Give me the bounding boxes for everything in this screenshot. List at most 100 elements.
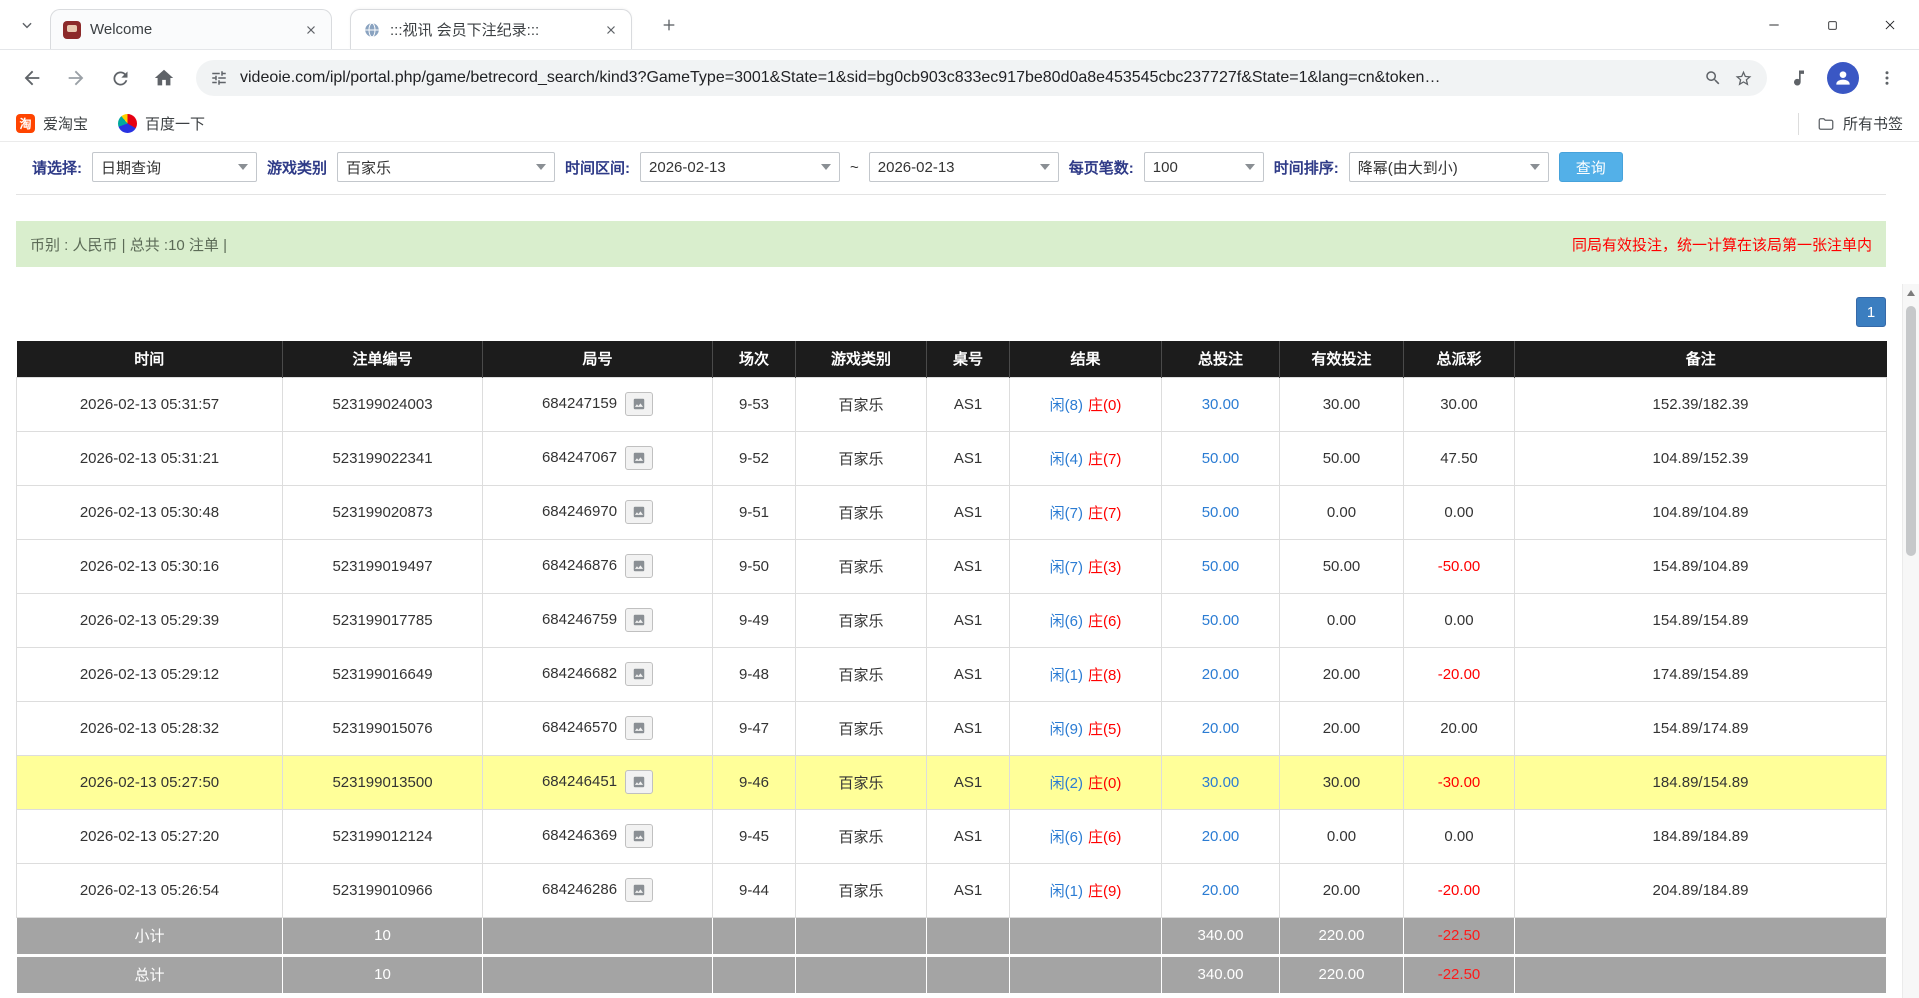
payout-cell: -20.00 [1404, 863, 1515, 917]
close-icon [605, 24, 617, 36]
game-type-cell: 百家乐 [796, 539, 927, 593]
result-cell: 闲(8)庄(0) [1010, 377, 1162, 431]
banker-result: 庄(0) [1088, 397, 1121, 414]
bookmark-star-icon[interactable] [1734, 69, 1753, 88]
reload-icon [110, 68, 131, 89]
minimize-button[interactable] [1745, 0, 1803, 50]
col-header-remark: 备注 [1515, 341, 1887, 377]
search-button[interactable]: 查询 [1559, 152, 1623, 182]
home-button[interactable] [144, 58, 184, 98]
picture-icon [632, 397, 646, 411]
forward-button[interactable] [56, 58, 96, 98]
time-cell: 2026-02-13 05:28:32 [17, 701, 283, 755]
plus-icon [661, 17, 677, 33]
table-row: 2026-02-13 05:27:50 523199013500 6842464… [17, 755, 1887, 809]
player-result: 闲(6) [1050, 829, 1083, 846]
bet-id-cell: 523199015076 [283, 701, 483, 755]
table-no-cell: AS1 [927, 377, 1010, 431]
reload-button[interactable] [100, 58, 140, 98]
time-cell: 2026-02-13 05:27:50 [17, 755, 283, 809]
chevron-down-icon [821, 164, 831, 170]
browser-menu-button[interactable] [1867, 58, 1907, 98]
subtotal-total-bet: 340.00 [1162, 917, 1280, 955]
time-cell: 2026-02-13 05:30:48 [17, 485, 283, 539]
banker-result: 庄(0) [1088, 775, 1121, 792]
video-replay-button[interactable] [625, 662, 653, 686]
browser-toolbar: videoie.com/ipl/portal.php/game/betrecor… [0, 50, 1919, 106]
address-bar[interactable]: videoie.com/ipl/portal.php/game/betrecor… [196, 60, 1767, 96]
session-cell: 9-48 [713, 647, 796, 701]
remark-cell: 204.89/184.89 [1515, 863, 1887, 917]
bet-id-cell: 523199020873 [283, 485, 483, 539]
page-1-button[interactable]: 1 [1856, 297, 1886, 327]
game-type-label: 游戏类别 [267, 157, 327, 178]
maximize-button[interactable] [1803, 0, 1861, 50]
scrollbar-thumb[interactable] [1906, 306, 1916, 556]
table-no-cell: AS1 [927, 701, 1010, 755]
folder-icon [1817, 115, 1835, 133]
table-row: 2026-02-13 05:30:48 523199020873 6842469… [17, 485, 1887, 539]
filter-bar: 请选择: 日期查询 游戏类别 百家乐 时间区间: 2026-02-13 ~ 20… [16, 146, 1886, 195]
banker-result: 庄(5) [1088, 721, 1121, 738]
media-controls-button[interactable] [1779, 58, 1819, 98]
video-replay-button[interactable] [625, 608, 653, 632]
remark-cell: 184.89/184.89 [1515, 809, 1887, 863]
table-no-cell: AS1 [927, 593, 1010, 647]
video-replay-button[interactable] [625, 500, 653, 524]
date-from-input[interactable]: 2026-02-13 [640, 152, 840, 182]
player-result: 闲(6) [1050, 613, 1083, 630]
video-replay-button[interactable] [625, 392, 653, 416]
page-scrollbar[interactable] [1902, 284, 1919, 998]
tab-search-button[interactable] [10, 8, 44, 42]
zoom-icon[interactable] [1704, 69, 1722, 87]
time-cell: 2026-02-13 05:29:12 [17, 647, 283, 701]
profile-button[interactable] [1823, 58, 1863, 98]
tab-welcome[interactable]: Welcome [50, 9, 332, 49]
total-payout: -22.50 [1404, 955, 1515, 993]
query-type-select[interactable]: 日期查询 [92, 152, 257, 182]
tab-close-button[interactable] [301, 20, 321, 40]
site-settings-icon[interactable] [210, 69, 228, 87]
round-cell: 684246876 [483, 539, 713, 593]
all-bookmarks-button[interactable]: 所有书签 [1798, 113, 1903, 135]
video-replay-button[interactable] [625, 716, 653, 740]
col-header-table-no: 桌号 [927, 341, 1010, 377]
payout-cell: 0.00 [1404, 485, 1515, 539]
valid-bet-cell: 0.00 [1280, 593, 1404, 647]
sort-order-select[interactable]: 降幂(由大到小) [1349, 152, 1549, 182]
total-bet-cell: 50.00 [1162, 539, 1280, 593]
video-replay-button[interactable] [625, 446, 653, 470]
game-type-cell: 百家乐 [796, 431, 927, 485]
taobao-icon: 淘 [16, 114, 35, 133]
tab-close-button[interactable] [601, 20, 621, 40]
tab-bet-records[interactable]: :::视讯 会员下注纪录::: [350, 9, 632, 49]
total-bet-cell: 50.00 [1162, 431, 1280, 485]
video-replay-button[interactable] [625, 554, 653, 578]
new-tab-button[interactable] [652, 8, 686, 42]
page-size-select[interactable]: 100 [1144, 152, 1264, 182]
close-window-button[interactable] [1861, 0, 1919, 50]
scroll-up-button[interactable] [1903, 284, 1919, 301]
subtotal-payout: -22.50 [1404, 917, 1515, 955]
picture-icon [632, 667, 646, 681]
forward-arrow-icon [65, 67, 87, 89]
video-replay-button[interactable] [625, 824, 653, 848]
payout-cell: -50.00 [1404, 539, 1515, 593]
url-text[interactable]: videoie.com/ipl/portal.php/game/betrecor… [240, 69, 1692, 87]
session-cell: 9-52 [713, 431, 796, 485]
valid-bet-cell: 20.00 [1280, 863, 1404, 917]
game-type-select[interactable]: 百家乐 [337, 152, 555, 182]
video-replay-button[interactable] [625, 770, 653, 794]
session-cell: 9-53 [713, 377, 796, 431]
bookmark-baidu[interactable]: 百度一下 [118, 113, 205, 134]
back-button[interactable] [12, 58, 52, 98]
table-no-cell: AS1 [927, 755, 1010, 809]
currency-summary-text: 币别 : 人民币 | 总共 :10 注单 | [30, 234, 227, 255]
date-to-input[interactable]: 2026-02-13 [869, 152, 1059, 182]
video-replay-button[interactable] [625, 878, 653, 902]
table-row: 2026-02-13 05:27:20 523199012124 6842463… [17, 809, 1887, 863]
payout-cell: 30.00 [1404, 377, 1515, 431]
chevron-down-icon [20, 18, 34, 32]
bookmark-taobao[interactable]: 淘 爱淘宝 [16, 113, 88, 134]
valid-bet-cell: 0.00 [1280, 809, 1404, 863]
